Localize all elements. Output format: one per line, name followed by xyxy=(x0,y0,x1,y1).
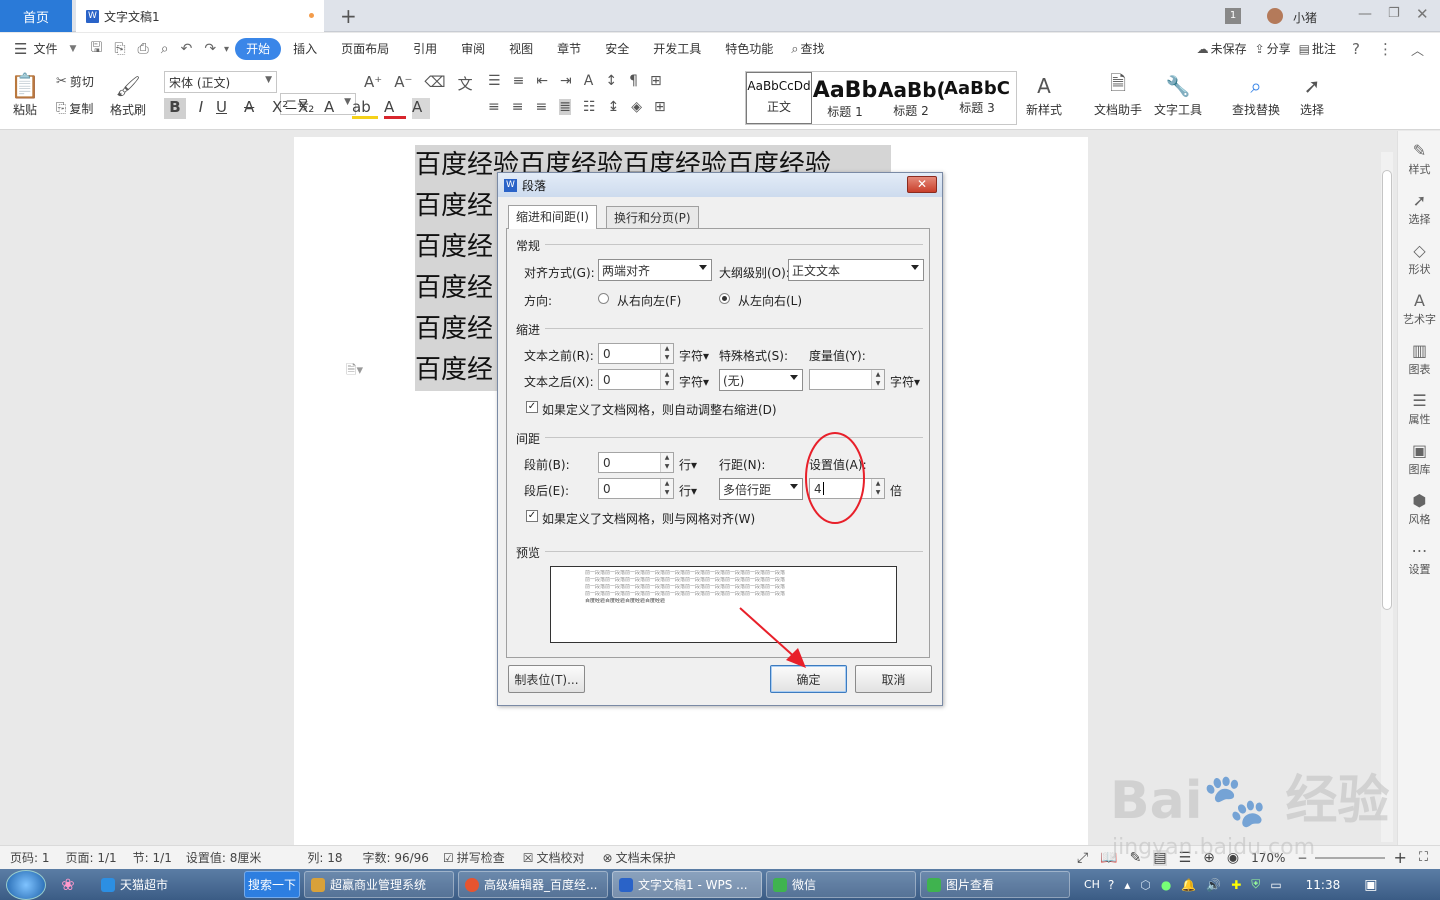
browser-icon xyxy=(101,877,115,892)
tray-expand-icon[interactable]: ▴ xyxy=(1124,878,1130,892)
taskbar-image-viewer[interactable]: 图片查看 xyxy=(920,871,1070,898)
status-protect[interactable]: 文档未保护 xyxy=(616,849,676,866)
zoom-slider[interactable] xyxy=(1315,856,1386,859)
taskbar-tmall[interactable]: 天猫超市 xyxy=(94,871,240,898)
status-spell-check[interactable]: 拼写检查 xyxy=(457,849,505,866)
windows-taskbar: ❀ 天猫超市 搜索一下 超赢商业管理系统 高级编辑器_百度经... 文字文稿1 … xyxy=(0,869,1440,900)
baidu-watermark-url: jingyan.baidu.com xyxy=(1112,835,1316,860)
language-indicator[interactable]: CH xyxy=(1084,878,1100,891)
status-column[interactable]: 列: 18 xyxy=(307,849,342,866)
taskbar-biz-system[interactable]: 超赢商业管理系统 xyxy=(304,871,454,898)
wechat-tray-icon[interactable]: ● xyxy=(1161,878,1171,892)
start-button-icon[interactable] xyxy=(6,869,46,900)
chrome-icon xyxy=(465,877,479,892)
status-proof[interactable]: 文档校对 xyxy=(536,849,584,866)
spell-check-icon: ☑ xyxy=(442,850,454,865)
clock[interactable]: 11:38 xyxy=(1306,878,1341,892)
notification-icon[interactable]: ▣ xyxy=(1364,877,1377,893)
taskbar-image-viewer-label: 图片查看 xyxy=(946,878,995,892)
taskbar-wechat[interactable]: 微信 xyxy=(766,871,916,898)
taskbar-biz-system-label: 超赢商业管理系统 xyxy=(330,878,427,892)
box-icon xyxy=(311,877,325,892)
status-page-no[interactable]: 页码: 1 xyxy=(10,849,50,866)
taskbar-wps[interactable]: 文字文稿1 - WPS ... xyxy=(612,871,762,898)
fullscreen-icon[interactable]: ⤢ xyxy=(1077,850,1088,866)
wps-writer-icon xyxy=(619,877,633,892)
fit-page-icon[interactable]: ⛶ xyxy=(1419,850,1428,865)
display-tray-icon[interactable]: ▭ xyxy=(1270,878,1281,892)
taskbar-tmall-label: 天猫超市 xyxy=(120,878,169,892)
network-tray-icon[interactable]: ⬡ xyxy=(1140,878,1150,892)
taskbar-search[interactable]: 搜索一下 xyxy=(244,871,300,898)
status-pages[interactable]: 页面: 1/1 xyxy=(66,849,117,866)
volume-icon[interactable]: 🔊 xyxy=(1206,878,1221,892)
shield-icon: ⊗ xyxy=(602,850,613,865)
image-viewer-icon xyxy=(927,877,941,892)
app-launcher-icon[interactable]: ❀ xyxy=(46,875,90,894)
taskbar-wps-label: 文字文稿1 - WPS ... xyxy=(638,878,748,892)
status-set-value[interactable]: 设置值: 8厘米 xyxy=(186,849,262,866)
proof-icon: ☒ xyxy=(522,850,534,865)
bell-icon[interactable]: 🔔 xyxy=(1181,878,1196,892)
help-tray-icon[interactable]: ? xyxy=(1108,878,1114,892)
zoom-in-icon[interactable]: + xyxy=(1393,848,1406,867)
taskbar-wechat-label: 微信 xyxy=(792,878,817,892)
taskbar-editor[interactable]: 高级编辑器_百度经... xyxy=(458,871,608,898)
security-tray-icon[interactable]: ⛨ xyxy=(1251,877,1260,892)
status-section[interactable]: 节: 1/1 xyxy=(133,849,172,866)
wechat-icon xyxy=(773,877,787,892)
tab-indent-spacing[interactable]: 缩进和间距(I) xyxy=(508,205,597,229)
status-word-count[interactable]: 字数: 96/96 xyxy=(362,849,428,866)
annotation-overlay xyxy=(739,432,865,668)
arrow-line xyxy=(739,607,799,661)
taskbar-editor-label: 高级编辑器_百度经... xyxy=(484,878,598,892)
plus-tray-icon[interactable]: ✚ xyxy=(1231,878,1241,892)
highlight-circle xyxy=(805,432,865,524)
baidu-watermark-logo: Bai🐾 经验 xyxy=(1110,771,1390,831)
